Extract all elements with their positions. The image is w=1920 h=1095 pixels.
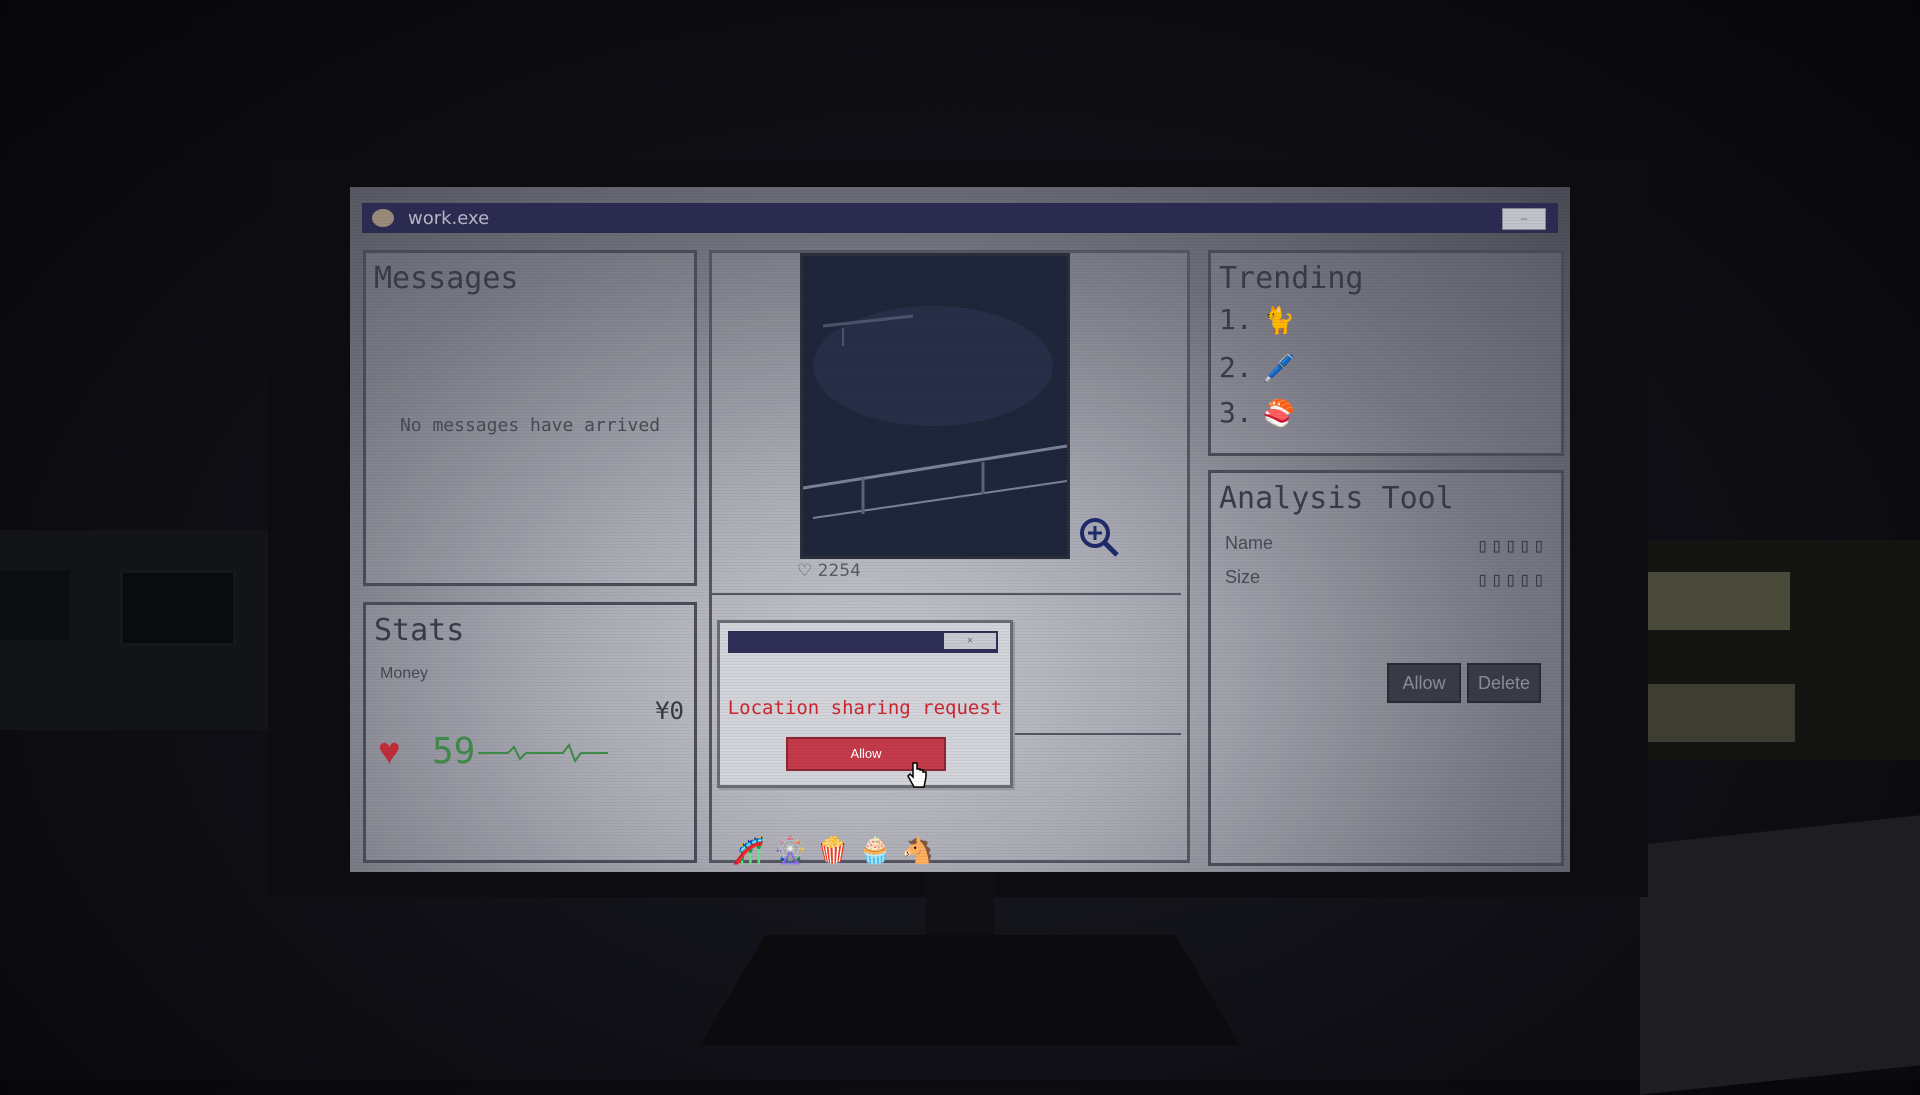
stats-title: Stats [374, 613, 465, 648]
dialog-close-button[interactable]: × [944, 633, 996, 649]
name-label: Name [1225, 533, 1274, 553]
dialog-message: Location sharing request [727, 697, 1003, 719]
messages-panel: Messages No messages have arrived [363, 250, 697, 586]
monitor-screen: work.exe – Messages No messages have arr… [350, 187, 1570, 872]
trending-item[interactable]: 3. 🍣 [1219, 396, 1295, 429]
trending-panel: Trending 1. 🐈 2. 🖊️ 3. 🍣 [1208, 250, 1564, 456]
background-door [1640, 815, 1920, 1095]
monitor-stand [925, 870, 995, 940]
window-title: work.exe [408, 208, 490, 229]
background-paper [1625, 572, 1790, 630]
monitor-stand-base [700, 935, 1240, 1045]
sushi-icon: 🍣 [1262, 399, 1296, 429]
analysis-allow-button[interactable]: Allow [1387, 663, 1461, 703]
minimize-button[interactable]: – [1502, 208, 1546, 230]
background-monitor [0, 570, 70, 640]
post-divider [1012, 733, 1181, 735]
window-titlebar[interactable]: work.exe – [362, 203, 1558, 233]
messages-empty-text: No messages have arrived [399, 415, 661, 436]
analysis-tool-panel: Analysis Tool Name ▯▯▯▯▯ Size ▯▯▯▯▯ Allo… [1208, 470, 1564, 866]
background-desk-left [0, 530, 270, 730]
trending-rank: 2. [1219, 351, 1253, 384]
trending-rank: 1. [1219, 303, 1253, 336]
money-label: Money [380, 665, 429, 682]
hand-cursor-icon [907, 762, 927, 788]
name-value: ▯▯▯▯▯ [1476, 533, 1547, 557]
heart-outline-icon: ♡ [797, 561, 818, 581]
app-icon [372, 209, 394, 227]
post-photo-scene [803, 256, 1067, 556]
background-paper [1625, 684, 1795, 742]
zoom-in-icon[interactable] [1078, 516, 1120, 558]
trending-item[interactable]: 2. 🖊️ [1219, 351, 1295, 384]
trending-rank: 3. [1219, 396, 1253, 429]
analysis-title: Analysis Tool [1219, 481, 1454, 516]
size-value: ▯▯▯▯▯ [1476, 567, 1547, 591]
post-likes[interactable]: ♡ 2254 [797, 561, 861, 581]
analysis-delete-button[interactable]: Delete [1467, 663, 1541, 703]
size-label: Size [1225, 567, 1261, 587]
post-divider [712, 593, 1181, 595]
heartbeat-line-icon [478, 742, 608, 764]
messages-title: Messages [374, 261, 519, 296]
stats-panel: Stats Money ¥0 ♥ 59 [363, 602, 697, 863]
trending-item[interactable]: 1. 🐈 [1219, 303, 1295, 336]
money-value: ¥0 [655, 697, 684, 725]
trending-title: Trending [1219, 261, 1364, 296]
post-emoji-row: 🎢🎡🍿🧁🐴 [732, 835, 944, 865]
heart-icon: ♥ [378, 731, 401, 773]
pen-icon: 🖊️ [1262, 354, 1296, 384]
health-value: 59 [432, 731, 476, 772]
background-monitor [120, 570, 236, 646]
cat-icon: 🐈 [1262, 306, 1296, 336]
post-likes-count: 2254 [817, 561, 861, 581]
post-image[interactable] [800, 253, 1070, 559]
location-request-dialog: × Location sharing request Allow [717, 620, 1013, 788]
dialog-titlebar[interactable]: × [728, 631, 998, 653]
